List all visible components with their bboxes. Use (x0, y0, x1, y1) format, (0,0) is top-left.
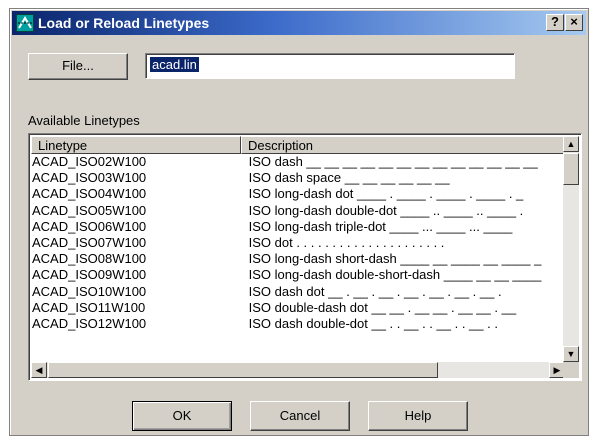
scroll-left-icon[interactable]: ◀ (31, 362, 47, 378)
list-item[interactable]: ACAD_ISO07W100 ISO dot . . . . . . . . . … (31, 235, 565, 251)
vertical-scroll-thumb[interactable] (563, 153, 579, 185)
scroll-down-icon[interactable]: ▼ (563, 346, 579, 362)
linetype-description: ISO dash __ __ __ __ __ __ __ __ __ __ _… (248, 154, 538, 169)
linetype-name: ACAD_ISO08W100 (32, 251, 147, 267)
linetype-name: ACAD_ISO11W100 (32, 299, 146, 315)
file-name-value: acad.lin (150, 57, 199, 72)
list-rows: ACAD_ISO02W100 ISO dash __ __ __ __ __ __… (31, 154, 565, 332)
linetype-list[interactable]: Linetype Description ACAD_ISO02W100 ISO d… (28, 133, 582, 381)
list-item[interactable]: ACAD_ISO12W100 ISO dash double-dot __ . .… (31, 316, 565, 332)
list-item[interactable]: ACAD_ISO11W100 ISO double-dash dot __ __ … (31, 300, 565, 316)
list-item[interactable]: ACAD_ISO02W100 ISO dash __ __ __ __ __ __… (31, 154, 565, 170)
linetype-name: ACAD_ISO12W100 (32, 315, 147, 331)
linetype-name: ACAD_ISO07W100 (32, 234, 147, 250)
file-button[interactable]: File... (28, 53, 128, 80)
vertical-scrollbar[interactable]: ▲ ▼ (563, 136, 579, 362)
load-linetypes-dialog: Load or Reload Linetypes ? × File... aca… (9, 8, 589, 436)
list-item[interactable]: ACAD_ISO03W100 ISO dash space __ __ __ __… (31, 170, 565, 186)
linetype-description: ISO long-dash dot ____ . ____ . ____ . _… (248, 186, 524, 202)
close-icon[interactable]: × (565, 14, 583, 31)
ok-button[interactable]: OK (132, 401, 232, 431)
column-header-linetype[interactable]: Linetype (31, 136, 241, 154)
linetype-description: ISO dash dot __ . __ . __ . __ . __ . __… (248, 283, 502, 299)
list-item[interactable]: ACAD_ISO08W100 ISO long-dash short-dash _… (31, 251, 565, 267)
list-item[interactable]: ACAD_ISO06W100 ISO long-dash triple-dot _… (31, 219, 565, 235)
window-title: Load or Reload Linetypes (38, 15, 210, 31)
linetype-name: ACAD_ISO02W100 (32, 154, 147, 169)
linetype-app-icon (16, 14, 34, 32)
file-name-field[interactable]: acad.lin (145, 53, 515, 79)
scroll-up-icon[interactable]: ▲ (563, 136, 579, 152)
horizontal-scrollbar[interactable]: ◀ ▶ (31, 362, 565, 378)
linetype-name: ACAD_ISO06W100 (32, 218, 147, 234)
linetype-description: ISO double-dash dot __ __ . __ __ . __ _… (248, 299, 517, 315)
scrollbar-corner (563, 362, 579, 378)
linetype-description: ISO dash space __ __ __ __ __ __ (248, 170, 450, 186)
linetype-name: ACAD_ISO05W100 (32, 202, 147, 218)
cancel-button[interactable]: Cancel (250, 401, 350, 431)
help-question-icon[interactable]: ? (546, 14, 564, 31)
linetype-description: ISO long-dash double-dot ____ .. ____ ..… (248, 202, 524, 218)
list-item[interactable]: ACAD_ISO10W100 ISO dash dot __ . __ . __ … (31, 284, 565, 300)
list-item[interactable]: ACAD_ISO09W100 ISO long-dash double-short… (31, 267, 565, 283)
linetype-description: ISO dot . . . . . . . . . . . . . . . . … (248, 234, 445, 250)
linetype-name: ACAD_ISO09W100 (32, 267, 147, 283)
horizontal-scroll-thumb[interactable] (48, 362, 438, 378)
help-button[interactable]: Help (368, 401, 468, 431)
linetype-name: ACAD_ISO10W100 (32, 283, 147, 299)
list-item[interactable]: ACAD_ISO04W100 ISO long-dash dot ____ . _… (31, 186, 565, 202)
list-header: Linetype Description (31, 136, 565, 154)
linetype-description: ISO long-dash double-short-dash ____ __ … (248, 267, 542, 283)
linetype-name: ACAD_ISO03W100 (32, 170, 147, 186)
linetype-description: ISO long-dash triple-dot ____ ... ____ .… (248, 218, 513, 234)
linetype-description: ISO dash double-dot __ . . __ . . __ . .… (248, 315, 498, 331)
available-linetypes-label: Available Linetypes (28, 113, 140, 128)
linetype-description: ISO long-dash short-dash ____ __ ____ __… (248, 251, 542, 267)
title-bar[interactable]: Load or Reload Linetypes ? × (12, 11, 586, 35)
column-header-description[interactable]: Description (241, 136, 565, 154)
list-item[interactable]: ACAD_ISO05W100 ISO long-dash double-dot _… (31, 203, 565, 219)
linetype-name: ACAD_ISO04W100 (32, 186, 147, 202)
